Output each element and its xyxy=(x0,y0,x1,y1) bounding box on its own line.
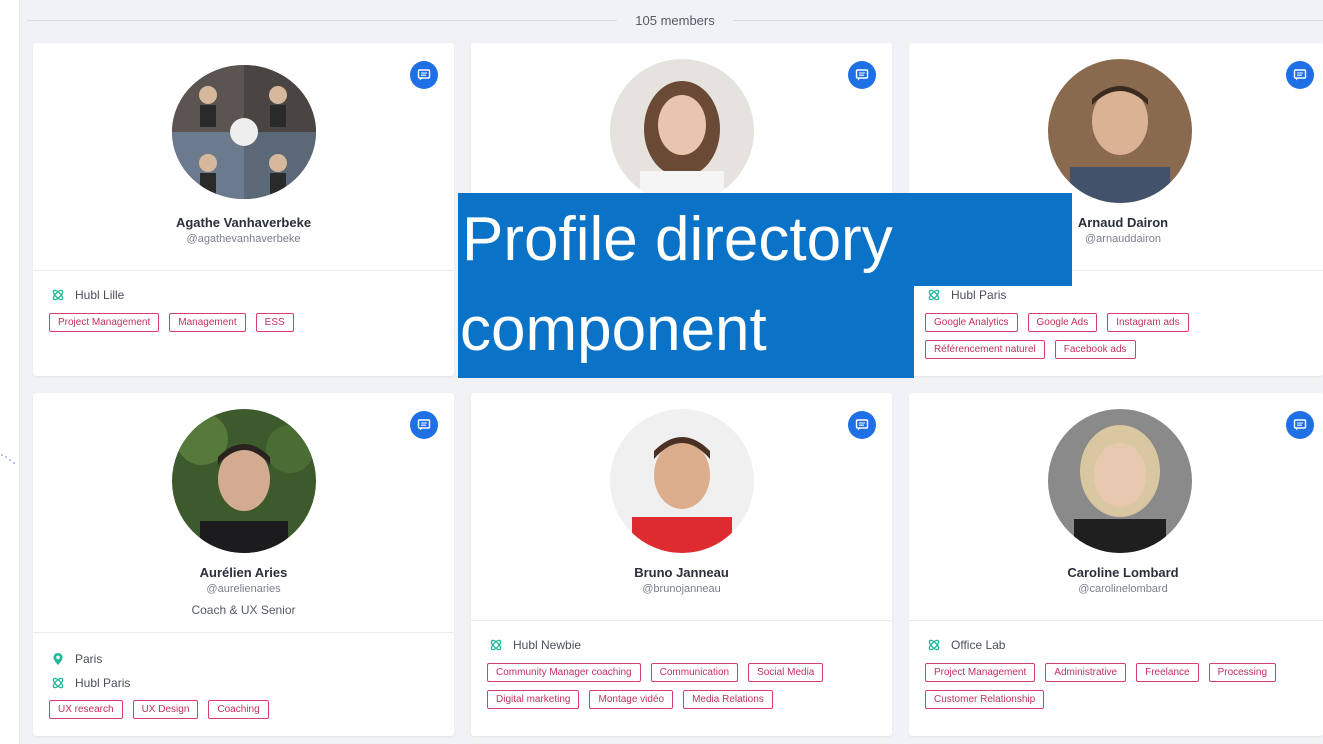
skill-tag[interactable]: Project Management xyxy=(49,313,160,332)
hub-atom-icon xyxy=(52,677,64,689)
card-divider xyxy=(33,270,454,271)
skill-tag[interactable]: UX research xyxy=(49,700,123,719)
header-divider-left xyxy=(27,19,618,21)
skill-tag[interactable]: Communication xyxy=(650,663,739,682)
profile-handle: @brunojanneau xyxy=(642,583,721,595)
skill-tag[interactable]: Social Media xyxy=(748,663,824,682)
avatar[interactable] xyxy=(1048,409,1192,553)
hub-atom-icon xyxy=(490,639,502,651)
location-pin-icon xyxy=(53,653,63,665)
message-button[interactable] xyxy=(1286,411,1314,439)
skill-tag[interactable]: Digital marketing xyxy=(487,690,580,709)
skill-tag[interactable]: Facebook ads xyxy=(1054,340,1136,359)
hub-row: Hubl Lille xyxy=(51,288,124,302)
location-row: Paris xyxy=(51,652,102,666)
profile-handle: @agathevanhaverbeke xyxy=(186,233,301,245)
skill-tag[interactable]: Management xyxy=(169,313,246,332)
profile-card-agathe[interactable]: Agathe Vanhaverbeke @agathevanhaverbeke … xyxy=(33,43,454,376)
profile-name[interactable]: Aurélien Aries xyxy=(33,565,454,580)
chat-icon xyxy=(1293,419,1307,431)
skill-tag[interactable]: Montage vidéo xyxy=(589,690,674,709)
skill-tags: Project Management Management ESS xyxy=(49,313,442,332)
profile-card-arnaud[interactable]: Arnaud Dairon @arnauddairon Hubl Paris G… xyxy=(909,43,1323,376)
card-divider xyxy=(909,270,1323,271)
hub-atom-icon xyxy=(928,639,940,651)
message-button[interactable] xyxy=(410,411,438,439)
skill-tag[interactable]: Community Manager coaching xyxy=(487,663,641,682)
skill-tags: UX research UX Design Coaching xyxy=(49,700,442,719)
skill-tag[interactable]: Media Relations xyxy=(683,690,773,709)
hub-name: Office Lab xyxy=(951,638,1006,652)
avatar[interactable] xyxy=(171,409,316,553)
hub-row: Hubl Paris xyxy=(51,676,130,690)
skill-tag[interactable]: Coaching xyxy=(208,700,269,719)
message-button[interactable] xyxy=(1286,61,1314,89)
avatar[interactable] xyxy=(609,409,754,553)
profile-role: Coach & UX Senior xyxy=(191,603,296,617)
skill-tag[interactable]: Référencement naturel xyxy=(925,340,1045,359)
members-header: 105 members xyxy=(27,8,1323,32)
hub-atom-icon xyxy=(52,289,64,301)
skill-tags: Google Analytics Google Ads Instagram ad… xyxy=(925,313,1311,359)
card-divider xyxy=(909,620,1323,621)
chat-icon xyxy=(417,419,431,431)
profile-card-caroline[interactable]: Caroline Lombard @carolinelombard Office… xyxy=(909,393,1323,736)
profile-card-aurelien[interactable]: Aurélien Aries @aurelienaries Coach & UX… xyxy=(33,393,454,736)
left-sidebar-edge xyxy=(0,0,20,744)
skill-tag[interactable]: Instagram ads xyxy=(1107,313,1189,332)
hub-atom-icon xyxy=(928,289,940,301)
card-divider xyxy=(471,620,892,621)
avatar[interactable] xyxy=(609,59,754,203)
hub-name: Hubl Newbie xyxy=(513,638,582,652)
skill-tag[interactable]: Administrative xyxy=(1045,663,1127,682)
profile-name[interactable]: Bruno Janneau xyxy=(471,565,892,580)
message-button[interactable] xyxy=(848,61,876,89)
avatar[interactable] xyxy=(1048,59,1192,203)
hub-name: Hubl Paris xyxy=(951,288,1007,302)
members-count: 105 members xyxy=(635,12,715,28)
hub-row: Hubl Paris xyxy=(927,288,1006,302)
avatar[interactable] xyxy=(171,65,316,199)
chat-icon xyxy=(855,69,869,81)
profile-handle: @carolinelombard xyxy=(1078,583,1168,595)
skill-tag[interactable]: Customer Relationship xyxy=(925,690,1045,709)
header-divider-right xyxy=(732,19,1323,21)
skill-tags: Community Manager coaching Communication… xyxy=(487,663,880,709)
skill-tag[interactable]: UX Design xyxy=(132,700,199,719)
chat-icon xyxy=(855,419,869,431)
skill-tag[interactable]: Project Management xyxy=(925,663,1036,682)
profile-card-second[interactable] xyxy=(471,43,892,376)
hub-row: Hubl Newbie xyxy=(489,638,581,652)
hub-name: Hubl Paris xyxy=(75,676,131,690)
profile-name[interactable]: Arnaud Dairon xyxy=(923,215,1323,230)
card-divider xyxy=(33,632,454,633)
skill-tags: Project Management Administrative Freela… xyxy=(925,663,1311,709)
chat-icon xyxy=(417,69,431,81)
profile-card-bruno[interactable]: Bruno Janneau @brunojanneau Hubl Newbie … xyxy=(471,393,892,736)
card-divider xyxy=(471,270,892,271)
skill-tag[interactable]: Google Analytics xyxy=(925,313,1018,332)
skill-tag[interactable]: ESS xyxy=(255,313,294,332)
profile-handle: @aurelienaries xyxy=(206,583,281,595)
chat-icon xyxy=(1293,69,1307,81)
profile-handle: @arnauddairon xyxy=(1085,233,1161,245)
dots-decoration-icon xyxy=(1,454,15,464)
hub-name: Hubl Lille xyxy=(75,288,125,302)
message-button[interactable] xyxy=(848,411,876,439)
hub-row: Office Lab xyxy=(927,638,1005,652)
profile-name[interactable]: Agathe Vanhaverbeke xyxy=(33,215,454,230)
skill-tag[interactable]: Google Ads xyxy=(1027,313,1098,332)
message-button[interactable] xyxy=(410,61,438,89)
location-text: Paris xyxy=(75,652,103,666)
profile-name[interactable]: Caroline Lombard xyxy=(923,565,1323,580)
skill-tag[interactable]: Processing xyxy=(1208,663,1277,682)
skill-tag[interactable]: Freelance xyxy=(1136,663,1199,682)
